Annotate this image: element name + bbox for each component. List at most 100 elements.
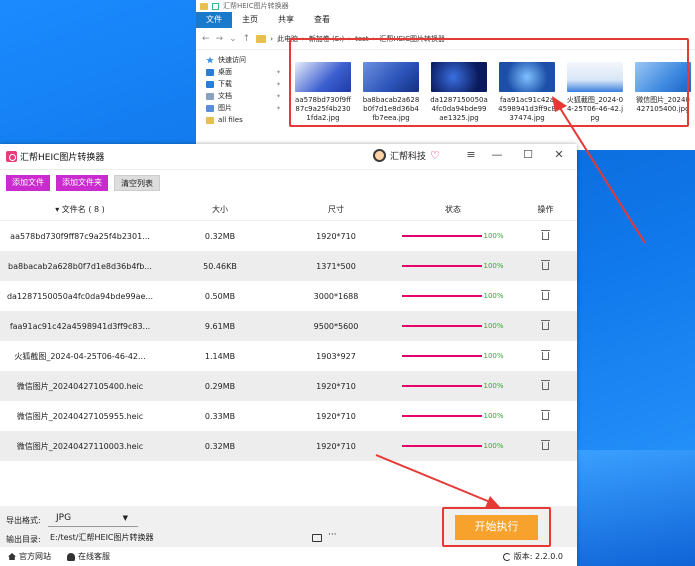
maximize-icon[interactable]: ☐ (519, 148, 537, 161)
explorer-titlebar: 汇帮HEIC图片转换器 (196, 0, 695, 12)
heic-converter-window: 汇帮HEIC图片转换器 汇帮科技 ♡ ≡ — ☐ ✕ 添加文件 添加文件夹 清空… (0, 144, 577, 566)
app-toolbar: 添加文件 添加文件夹 清空列表 (0, 170, 577, 196)
file-size: 0.32MB (204, 231, 236, 241)
refresh-icon (502, 552, 511, 561)
trash-icon[interactable] (541, 440, 550, 450)
file-table: ▾ 文件名 ( 8 ) 大小 尺寸 状态 操作 aa578bd730f9ff87… (0, 199, 577, 461)
table-row[interactable]: 微信图片_20240427105400.heic 0.29MB 1920*710 10… (0, 371, 577, 401)
nav-item-desktop[interactable]: 桌面 ✦ (206, 66, 286, 78)
brand-area[interactable]: 汇帮科技 ♡ (373, 149, 440, 162)
file-size: 9.61MB (204, 321, 236, 331)
table-row[interactable]: ba8bacab2a628b0f7d1e8d36b4fb... 50.46KB 13… (0, 251, 577, 281)
forward-arrow-icon[interactable]: → (216, 34, 224, 44)
progress-bar-fill (402, 235, 483, 237)
ribbon-tab-view[interactable]: 查看 (304, 12, 340, 28)
minimize-icon[interactable]: — (488, 148, 506, 161)
file-name: 火狐截图_2024-04-25T06-46-42... (14, 351, 146, 361)
file-status: 100% (392, 382, 514, 390)
menu-icon[interactable]: ≡ (462, 148, 480, 161)
progress-percent: 100% (483, 442, 504, 450)
output-dir-label: 输出目录: (6, 535, 41, 544)
heart-icon[interactable]: ♡ (430, 149, 440, 162)
ribbon-tab-file[interactable]: 文件 (196, 12, 232, 28)
nav-item-documents[interactable]: 文档 ✦ (206, 90, 286, 102)
format-select[interactable]: JPG ▼ (48, 509, 138, 527)
progress-bar-fill (402, 295, 483, 297)
up-arrow-icon[interactable]: ↑ (243, 34, 251, 44)
progress-bar-fill (402, 445, 483, 447)
clear-list-button[interactable]: 清空列表 (114, 175, 160, 191)
file-status: 100% (392, 292, 514, 300)
row-actions (514, 350, 577, 360)
table-row[interactable]: 火狐截图_2024-04-25T06-46-42... 1.14MB 1903*92… (0, 341, 577, 371)
trash-icon[interactable] (541, 320, 550, 330)
desktop-background (577, 450, 695, 566)
row-actions (514, 290, 577, 300)
trash-icon[interactable] (541, 260, 550, 270)
file-name: ba8bacab2a628b0f7d1e8d36b4fb... (8, 261, 152, 271)
more-icon[interactable]: ··· (328, 530, 337, 540)
row-actions (514, 260, 577, 270)
nav-item-pictures[interactable]: 图片 ✦ (206, 102, 286, 114)
file-size: 0.29MB (204, 381, 236, 391)
progress-bar (402, 325, 483, 327)
desktop-icon (206, 68, 214, 76)
file-size: 0.32MB (204, 441, 236, 451)
file-dimensions: 9500*5600 (313, 321, 359, 331)
progress-bar (402, 295, 483, 297)
file-name: 微信图片_20240427110003.heic (16, 441, 144, 451)
progress-percent: 100% (483, 412, 504, 420)
row-actions (514, 230, 577, 240)
progress-percent: 100% (483, 352, 504, 360)
ribbon-tab-share[interactable]: 共享 (268, 12, 304, 28)
progress-bar-fill (402, 355, 483, 357)
star-icon (206, 56, 214, 64)
column-header-name[interactable]: ▾ 文件名 ( 8 ) (0, 204, 160, 215)
table-row[interactable]: aa578bd730f9ff87c9a25f4b2301... 0.32MB 192… (0, 221, 577, 251)
official-website-link[interactable]: 官方网站 (8, 551, 51, 562)
close-icon[interactable]: ✕ (550, 148, 568, 161)
avatar (373, 149, 386, 162)
app-title: 汇帮HEIC图片转换器 (20, 153, 105, 163)
document-icon (206, 92, 214, 100)
version-info[interactable]: 版本: 2.2.0.0 (502, 551, 563, 562)
back-arrow-icon[interactable]: ← (202, 34, 210, 44)
trash-icon[interactable] (541, 410, 550, 420)
trash-icon[interactable] (541, 350, 550, 360)
output-dir-input[interactable]: E:/test/汇帮HEIC图片转换器 (48, 530, 338, 546)
file-name: aa578bd730f9ff87c9a25f4b2301... (10, 231, 150, 241)
table-row[interactable]: da1287150050a4fc0da94bde99ae... 0.50MB 300… (0, 281, 577, 311)
table-row[interactable]: 微信图片_20240427110003.heic 0.32MB 1920*710 10… (0, 431, 577, 461)
row-actions (514, 380, 577, 390)
nav-item-quick-access[interactable]: 快速访问 (206, 54, 286, 66)
add-folder-button[interactable]: 添加文件夹 (56, 175, 108, 191)
explorer-nav-pane: 快速访问 桌面 ✦ 下载 ✦ 文档 ✦ 图片 ✦ all files (196, 50, 286, 126)
app-titlebar: 汇帮HEIC图片转换器 汇帮科技 ♡ ≡ — ☐ ✕ (0, 144, 577, 170)
progress-percent: 100% (483, 232, 504, 240)
app-logo-icon (6, 151, 17, 162)
file-name: da1287150050a4fc0da94bde99ae... (6, 291, 154, 301)
online-support-link[interactable]: 在线客服 (67, 551, 110, 562)
trash-icon[interactable] (541, 230, 550, 240)
trash-icon[interactable] (541, 380, 550, 390)
file-name: 微信图片_20240427105400.heic (16, 381, 144, 391)
add-file-button[interactable]: 添加文件 (6, 175, 50, 191)
trash-icon[interactable] (541, 290, 550, 300)
brand-name: 汇帮科技 (390, 152, 427, 162)
recent-dropdown-icon[interactable]: ⌄ (229, 34, 237, 44)
folder-icon[interactable] (312, 534, 322, 542)
file-dimensions: 1920*710 (316, 411, 356, 421)
file-size: 1.14MB (204, 351, 236, 361)
column-header-size: 大小 (212, 205, 228, 214)
file-dimensions: 1920*710 (316, 231, 356, 241)
nav-item-downloads[interactable]: 下载 ✦ (206, 78, 286, 90)
folder-icon (206, 116, 214, 124)
nav-item-all-files[interactable]: all files (206, 114, 286, 126)
ribbon-tab-home[interactable]: 主页 (232, 12, 268, 28)
table-row[interactable]: 微信图片_20240427105955.heic 0.33MB 1920*710 10… (0, 401, 577, 431)
file-status: 100% (392, 232, 514, 240)
progress-bar-fill (402, 325, 483, 327)
table-row[interactable]: faa91ac91c42a4598941d3ff9c83... 9.61MB 950… (0, 311, 577, 341)
progress-bar (402, 355, 483, 357)
file-status: 100% (392, 322, 514, 330)
